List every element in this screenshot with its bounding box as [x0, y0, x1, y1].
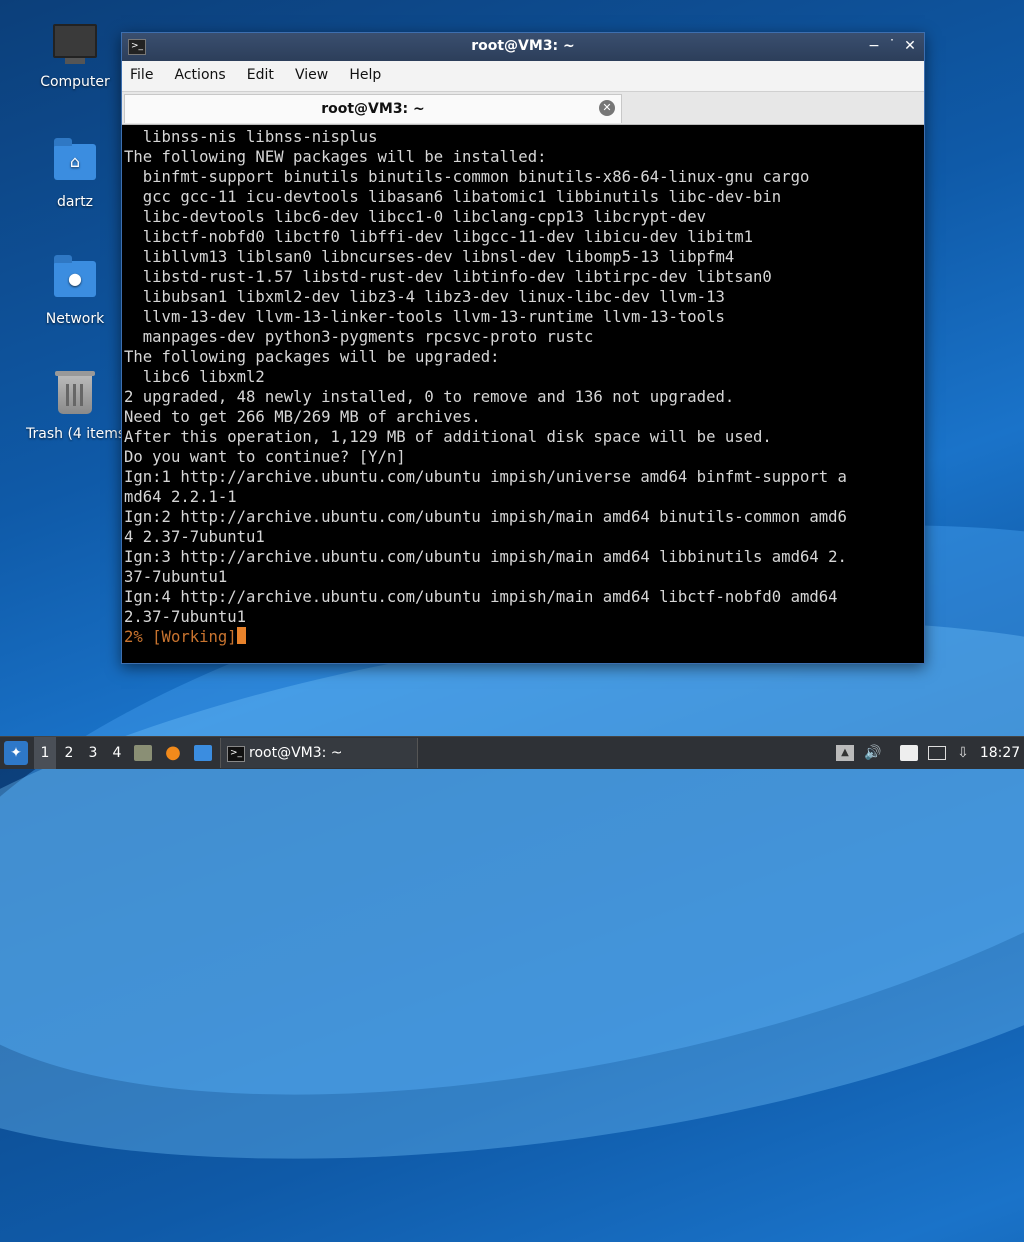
menu-edit[interactable]: Edit — [239, 61, 282, 83]
menu-help[interactable]: Help — [341, 61, 389, 83]
menu-actions[interactable]: Actions — [167, 61, 234, 83]
window-title: root@VM3: ~ — [471, 38, 575, 54]
eject-icon[interactable]: ▲ — [836, 745, 854, 761]
network-icon[interactable] — [928, 746, 946, 760]
terminal-line: gcc gcc-11 icu-devtools libasan6 libatom… — [124, 188, 782, 206]
close-button[interactable]: ✕ — [902, 38, 918, 54]
terminal-line: libc-devtools libc6-dev libcc1-0 libclan… — [124, 208, 707, 226]
terminal-line: libctf-nobfd0 libctf0 libffi-dev libgcc-… — [124, 228, 754, 246]
firefox-launcher-icon[interactable]: ● — [164, 744, 182, 762]
terminal-line: After this operation, 1,129 MB of additi… — [124, 428, 772, 446]
volume-icon[interactable]: 🔊 — [864, 745, 882, 761]
terminal-line: libc6 libxml2 — [124, 368, 265, 386]
updates-icon[interactable]: ⇩ — [954, 745, 972, 761]
clipboard-icon[interactable] — [900, 745, 918, 761]
progress-status: 2% [Working] — [124, 628, 237, 646]
taskbar-app-label: root@VM3: ~ — [249, 745, 343, 761]
files-launcher-icon[interactable] — [134, 745, 152, 761]
terminal-line: manpages-dev python3-pygments rpcsvc-pro… — [124, 328, 594, 346]
text-cursor — [236, 627, 246, 644]
menu-file[interactable]: File — [122, 61, 161, 83]
tab-terminal[interactable]: root@VM3: ~ ✕ — [124, 94, 622, 123]
desktop-icon-label: Computer — [40, 74, 110, 90]
terminal-status-line: 2% [Working] — [124, 627, 922, 647]
terminal-line: binfmt-support binutils binutils-common … — [124, 168, 810, 186]
clock[interactable]: 18:27 — [976, 737, 1024, 769]
tab-label: root@VM3: ~ — [321, 101, 425, 117]
taskbar: ✦ 1 2 3 4 ● >_ root@VM3: ~ ▲ 🔊 ⇩ 18:27 — [0, 736, 1024, 769]
taskbar-app-terminal[interactable]: >_ root@VM3: ~ — [220, 738, 418, 768]
terminal-line: libstd-rust-1.57 libstd-rust-dev libtinf… — [124, 268, 772, 286]
terminal-line: Ign:1 http://archive.ubuntu.com/ubuntu i… — [124, 468, 847, 486]
terminal-line: The following NEW packages will be insta… — [124, 148, 547, 166]
terminal-line: md64 2.2.1-1 — [124, 488, 237, 506]
workspace-2[interactable]: 2 — [58, 737, 80, 769]
terminal-line: Do you want to continue? [Y/n] — [124, 448, 406, 466]
terminal-line: llvm-13-dev llvm-13-linker-tools llvm-13… — [124, 308, 725, 326]
desktop-icon-computer[interactable]: Computer — [25, 24, 125, 90]
terminal-line: libubsan1 libxml2-dev libz3-4 libz3-dev … — [124, 288, 725, 306]
workspace-3[interactable]: 3 — [82, 737, 104, 769]
terminal-line: Ign:2 http://archive.ubuntu.com/ubuntu i… — [124, 508, 847, 526]
trash-icon — [53, 371, 97, 420]
terminal-line: Need to get 266 MB/269 MB of archives. — [124, 408, 481, 426]
desktop-icon-label: Network — [45, 311, 105, 327]
app-menu-icon[interactable]: ✦ — [4, 741, 28, 765]
terminal-line: 2.37-7ubuntu1 — [124, 608, 247, 626]
maximize-button[interactable]: ˙ — [884, 38, 900, 54]
terminal-line: The following packages will be upgraded: — [124, 348, 500, 366]
computer-icon — [53, 24, 97, 68]
terminal-window[interactable]: >_ root@VM3: ~ − ˙ ✕ File Actions Edit V… — [121, 32, 925, 664]
workspace-4[interactable]: 4 — [106, 737, 128, 769]
terminal-output[interactable]: libnss-nis libnss-nisplus The following … — [122, 125, 924, 663]
network-folder-icon: ● — [53, 255, 97, 305]
folder-launcher-icon[interactable] — [194, 745, 212, 761]
terminal-line: Ign:3 http://archive.ubuntu.com/ubuntu i… — [124, 548, 847, 566]
desktop-icon-label: dartz — [56, 194, 94, 210]
desktop-icon-network[interactable]: ● Network — [25, 255, 125, 327]
terminal-line: Ign:4 http://archive.ubuntu.com/ubuntu i… — [124, 588, 838, 606]
window-titlebar[interactable]: >_ root@VM3: ~ − ˙ ✕ — [122, 33, 924, 61]
workspace-1[interactable]: 1 — [34, 737, 56, 769]
menu-view[interactable]: View — [287, 61, 336, 83]
menubar: File Actions Edit View Help — [122, 61, 924, 92]
desktop-icon-trash[interactable]: Trash (4 items) — [8, 371, 128, 442]
terminal-line: 2 upgraded, 48 newly installed, 0 to rem… — [124, 388, 735, 406]
terminal-line: libllvm13 liblsan0 libncurses-dev libnsl… — [124, 248, 735, 266]
home-folder-icon: ⌂ — [53, 138, 97, 188]
tab-close-icon[interactable]: ✕ — [599, 100, 615, 116]
terminal-line: 37-7ubuntu1 — [124, 568, 228, 586]
terminal-line: 4 2.37-7ubuntu1 — [124, 528, 265, 546]
minimize-button[interactable]: − — [866, 38, 882, 54]
tab-bar: root@VM3: ~ ✕ — [122, 92, 924, 125]
terminal-icon: >_ — [227, 746, 245, 762]
terminal-line: libnss-nis libnss-nisplus — [124, 128, 378, 146]
desktop-icon-label: Trash (4 items) — [26, 426, 128, 442]
desktop-icon-home[interactable]: ⌂ dartz — [25, 138, 125, 210]
